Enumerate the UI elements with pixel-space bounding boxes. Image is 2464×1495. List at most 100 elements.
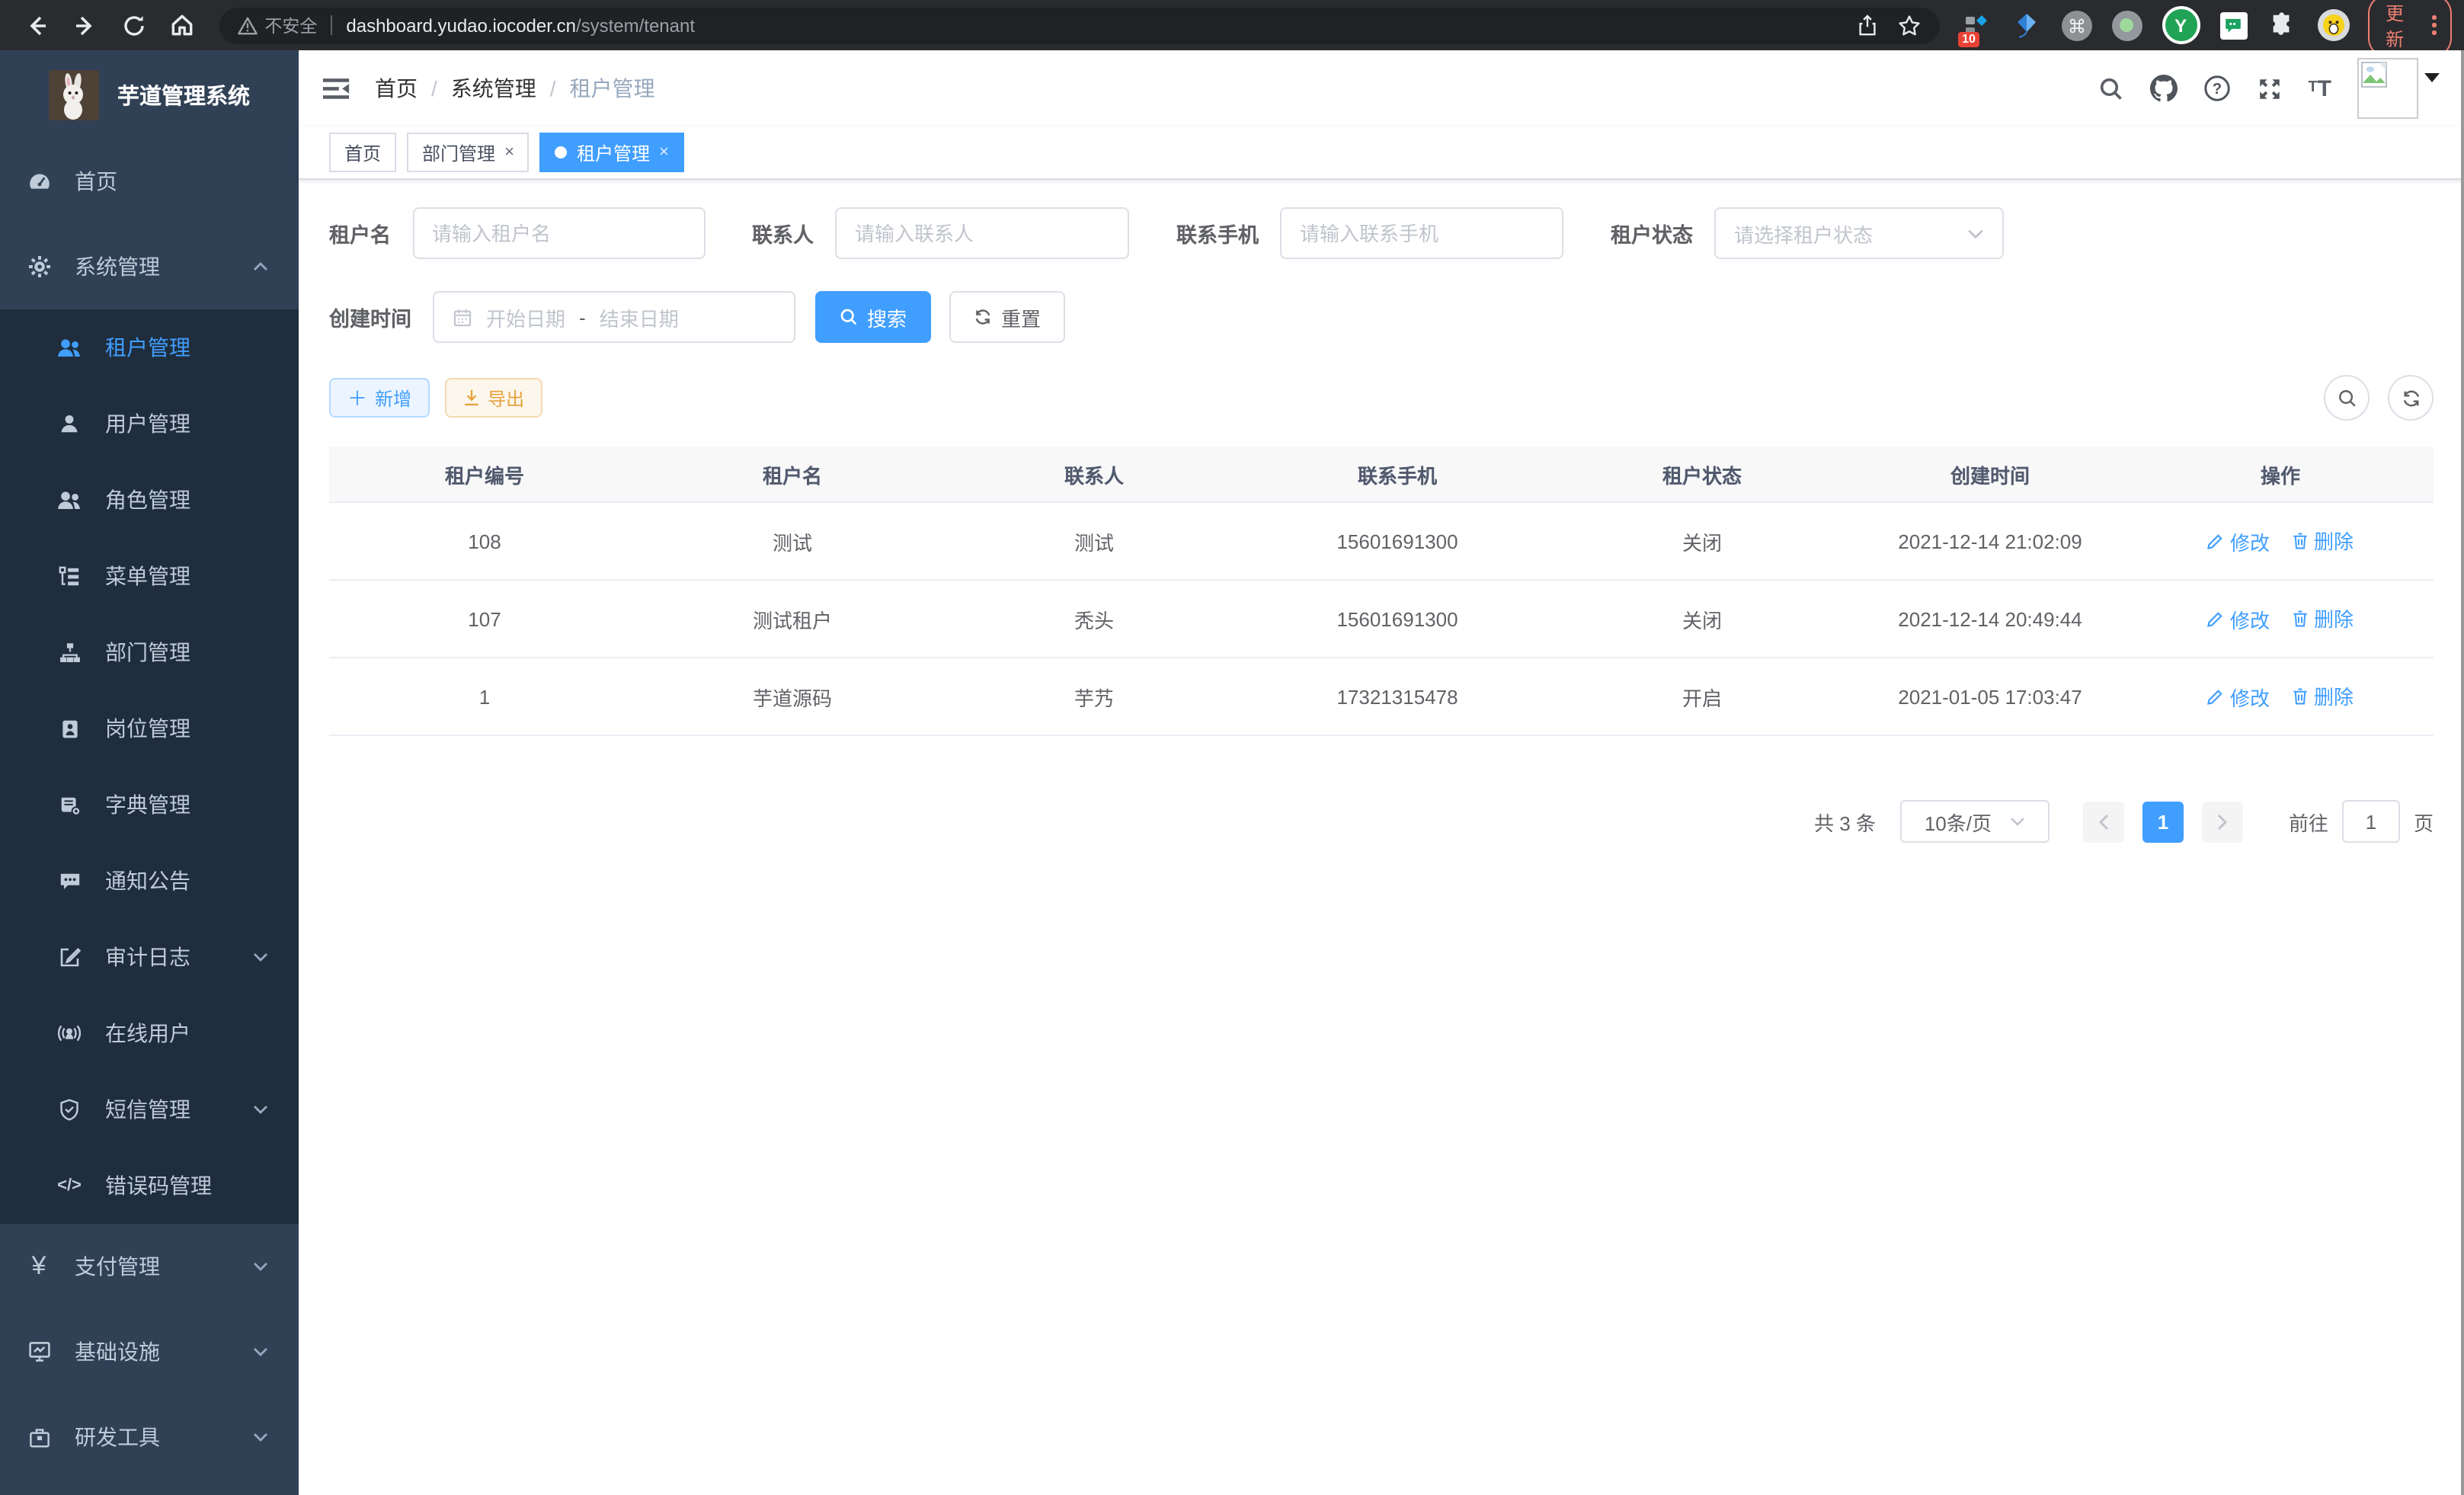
help-icon[interactable]: ? (2203, 75, 2230, 102)
page-number-button[interactable]: 1 (2142, 801, 2184, 842)
share-icon[interactable] (1855, 14, 1878, 37)
status-select[interactable]: 请选择租户状态 (1714, 207, 2004, 259)
browser-update-button[interactable]: 更新 (2367, 0, 2452, 57)
sidebar-item-system[interactable]: 系统管理 (0, 224, 299, 309)
sidebar-item-online-users[interactable]: 在线用户 (0, 995, 299, 1071)
org-chart-icon (56, 641, 82, 664)
tab-label: 租户管理 (577, 139, 650, 165)
edit-icon (2207, 533, 2224, 550)
edit-button[interactable]: 修改 (2207, 527, 2270, 556)
user-avatar[interactable] (2357, 58, 2418, 119)
close-icon[interactable]: × (659, 143, 669, 162)
sidebar-item-devtools[interactable]: 研发工具 (0, 1394, 299, 1480)
back-icon[interactable] (17, 5, 56, 45)
tenant-name-input[interactable] (412, 207, 705, 259)
calendar-icon (453, 307, 472, 327)
contact-input[interactable] (835, 207, 1129, 259)
tab-tenant[interactable]: 租户管理 × (540, 133, 684, 172)
table-toolbar: ＋ 新增 导出 (329, 375, 2434, 421)
url-bar[interactable]: 不安全 dashboard.yudao.iocoder.cn/system/te… (219, 7, 1939, 43)
main-panel: 首页 / 系统管理 / 租户管理 ? (299, 50, 2464, 1495)
sidebar-item-label: 短信管理 (105, 1094, 190, 1125)
download-icon (463, 389, 480, 407)
header-search-icon[interactable] (2098, 75, 2123, 101)
sidebar-logo[interactable]: 芋道管理系统 (0, 50, 299, 139)
close-icon[interactable]: × (504, 143, 514, 162)
browser-menu-icon[interactable] (2433, 16, 2437, 35)
col-header-name: 租户名 (640, 447, 945, 502)
fullscreen-icon[interactable] (2256, 75, 2282, 101)
tab-label: 部门管理 (422, 139, 495, 165)
sidebar-item-errcode[interactable]: </> 错误码管理 (0, 1148, 299, 1224)
sidebar-item-home[interactable]: 首页 (0, 139, 299, 224)
github-icon[interactable] (2149, 75, 2177, 102)
prev-page-button[interactable] (2083, 801, 2124, 842)
url-path: /system/tenant (576, 14, 695, 36)
extension-chat-icon[interactable] (2219, 11, 2247, 39)
extension-bookmark-icon[interactable]: 10 (1960, 10, 1991, 40)
mobile-input[interactable] (1280, 207, 1563, 259)
sidebar-item-pay[interactable]: ¥ 支付管理 (0, 1224, 299, 1309)
font-size-icon[interactable]: TT (2308, 77, 2331, 100)
profile-avatar-icon[interactable] (2317, 9, 2349, 41)
sidebar-item-dept[interactable]: 部门管理 (0, 614, 299, 690)
sidebar-item-sms[interactable]: 短信管理 (0, 1071, 299, 1148)
sidebar-collapse-icon[interactable] (322, 75, 350, 101)
refresh-table-icon[interactable] (2388, 375, 2434, 421)
home-icon[interactable] (163, 5, 203, 45)
online-signal-icon (56, 1023, 82, 1044)
sidebar-item-tenant[interactable]: 租户管理 (0, 309, 299, 386)
page-size-select[interactable]: 10条/页 (1900, 800, 2050, 843)
next-page-button[interactable] (2202, 801, 2243, 842)
chevron-down-icon (253, 952, 268, 962)
delete-button[interactable]: 删除 (2291, 682, 2354, 711)
add-button[interactable]: ＋ 新增 (329, 378, 430, 418)
forward-icon[interactable] (66, 5, 105, 45)
tab-home[interactable]: 首页 (329, 133, 396, 172)
system-submenu: 租户管理 用户管理 角色管理 (0, 309, 299, 1224)
extension-command-icon[interactable] (2061, 10, 2091, 40)
toggle-search-icon[interactable] (2324, 375, 2370, 421)
edit-button[interactable]: 修改 (2207, 605, 2270, 634)
search-button[interactable]: 搜索 (815, 291, 931, 343)
col-header-contact: 联系人 (945, 447, 1243, 502)
sidebar-item-menu[interactable]: 菜单管理 (0, 538, 299, 614)
edit-log-icon (56, 945, 82, 969)
sidebar-item-audit-log[interactable]: 审计日志 (0, 919, 299, 995)
svg-text:?: ? (2212, 81, 2221, 98)
sidebar-item-infra[interactable]: 基础设施 (0, 1309, 299, 1394)
screen: 不安全 dashboard.yudao.iocoder.cn/system/te… (0, 0, 2464, 1495)
menu-tree-icon (56, 565, 82, 587)
breadcrumb-home[interactable]: 首页 (375, 73, 418, 104)
date-range-picker[interactable]: 开始日期 - 结束日期 (433, 291, 795, 343)
chevron-left-icon (2098, 813, 2109, 830)
goto-page-input[interactable] (2342, 800, 2400, 843)
extensions-puzzle-icon[interactable] (2267, 10, 2297, 40)
sidebar-item-label: 研发工具 (75, 1422, 160, 1452)
sidebar-item-post[interactable]: 岗位管理 (0, 690, 299, 767)
sidebar-item-notice[interactable]: 通知公告 (0, 843, 299, 919)
sidebar-item-role[interactable]: 角色管理 (0, 462, 299, 538)
sidebar-item-user[interactable]: 用户管理 (0, 386, 299, 462)
edit-button[interactable]: 修改 (2207, 683, 2270, 712)
tab-dept[interactable]: 部门管理 × (407, 133, 530, 172)
export-button[interactable]: 导出 (445, 378, 542, 418)
reset-button[interactable]: 重置 (949, 291, 1065, 343)
extension-kite-icon[interactable] (2011, 10, 2041, 40)
bookmark-star-icon[interactable] (1896, 13, 1921, 37)
sidebar-item-label: 部门管理 (105, 637, 190, 667)
sidebar-item-dict[interactable]: 字典管理 (0, 767, 299, 843)
url-host: dashboard.yudao.iocoder.cn (346, 14, 576, 36)
breadcrumb-system[interactable]: 系统管理 (451, 73, 536, 104)
trash-icon (2291, 532, 2308, 550)
delete-button[interactable]: 删除 (2291, 604, 2354, 633)
status-value: 开启 (1551, 658, 1853, 735)
avatar-dropdown-caret[interactable] (2424, 73, 2440, 90)
reload-icon[interactable] (114, 5, 154, 45)
chevron-down-icon (253, 1262, 268, 1271)
site-security[interactable]: 不安全 (237, 13, 317, 37)
delete-button[interactable]: 删除 (2291, 527, 2354, 555)
extension-recorder-icon[interactable] (2111, 10, 2142, 40)
col-header-id: 租户编号 (329, 447, 640, 502)
extension-y-icon[interactable]: Y (2162, 6, 2200, 44)
